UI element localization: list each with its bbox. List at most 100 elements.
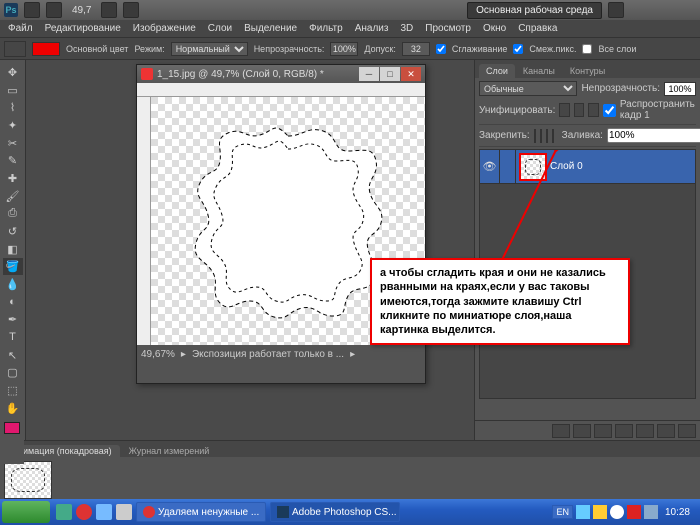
layer-row[interactable]: 👁 Слой 0: [480, 150, 695, 184]
menu-file[interactable]: Файл: [2, 21, 39, 36]
mode-select[interactable]: Нормальный: [171, 42, 248, 56]
link-cell[interactable]: [500, 150, 516, 183]
doc-zoom: 49,67%: [141, 349, 175, 360]
menu-analysis[interactable]: Анализ: [349, 21, 395, 36]
mask-icon[interactable]: [594, 424, 612, 438]
menu-window[interactable]: Окно: [477, 21, 512, 36]
group-icon[interactable]: [636, 424, 654, 438]
foreground-swatch[interactable]: [32, 42, 60, 56]
close-icon[interactable]: [680, 3, 696, 17]
unify-pos-icon[interactable]: [559, 103, 569, 117]
blend-mode-select[interactable]: Обычные: [479, 81, 577, 96]
wand-tool[interactable]: ✦: [3, 117, 23, 134]
fx-icon[interactable]: [573, 424, 591, 438]
bucket-icon[interactable]: [4, 41, 26, 57]
menu-image[interactable]: Изображение: [127, 21, 202, 36]
menu-layer[interactable]: Слои: [202, 21, 238, 36]
3d-tool[interactable]: ⬚: [3, 382, 23, 399]
anim-frame-1[interactable]: [4, 461, 52, 499]
tray-icon[interactable]: [576, 505, 590, 519]
lasso-tool[interactable]: ⌇: [3, 99, 23, 116]
propagate-checkbox[interactable]: [603, 104, 616, 117]
ruler-vertical[interactable]: [137, 97, 151, 345]
fill-input[interactable]: [607, 128, 700, 143]
layout-icon[interactable]: [46, 2, 62, 18]
all-layers-checkbox[interactable]: [582, 44, 592, 54]
unify-label: Унифицировать:: [479, 105, 555, 116]
canvas-area: 1_15.jpg @ 49,7% (Слой 0, RGB/8) * ─ □ ✕: [26, 60, 474, 440]
unify-style-icon[interactable]: [588, 103, 598, 117]
ql-desktop-icon[interactable]: [56, 504, 72, 520]
contiguous-checkbox[interactable]: [513, 44, 523, 54]
opacity-input[interactable]: [330, 42, 358, 56]
menu-view[interactable]: Просмотр: [419, 21, 477, 36]
hand-tool[interactable]: ✋: [3, 400, 23, 417]
start-button[interactable]: [2, 501, 50, 523]
type-tool[interactable]: T: [3, 329, 23, 346]
bridge-icon[interactable]: [24, 2, 40, 18]
language-indicator[interactable]: EN: [552, 505, 573, 519]
dodge-tool[interactable]: ◐: [3, 294, 23, 311]
path-tool[interactable]: ↖: [3, 347, 23, 364]
swatch-magenta[interactable]: [4, 422, 20, 434]
crop-tool[interactable]: ✂: [3, 135, 23, 152]
doc-maximize[interactable]: □: [380, 67, 400, 81]
brush-tool[interactable]: 🖌: [3, 188, 23, 205]
layer-opacity-input[interactable]: [664, 82, 696, 96]
shape-tool[interactable]: ▢: [3, 364, 23, 381]
tray-icon[interactable]: [593, 505, 607, 519]
lock-trans-icon[interactable]: [534, 129, 536, 143]
layer-thumbnail[interactable]: [519, 153, 547, 181]
ql-app-icon[interactable]: [96, 504, 112, 520]
lock-all-icon[interactable]: [552, 129, 554, 143]
tab-measurement[interactable]: Журнал измерений: [121, 445, 218, 457]
history-brush-tool[interactable]: ↺: [3, 223, 23, 240]
menu-help[interactable]: Справка: [512, 21, 563, 36]
doc-minimize[interactable]: ─: [359, 67, 379, 81]
ql-opera-icon[interactable]: [76, 504, 92, 520]
doc-close[interactable]: ✕: [401, 67, 421, 81]
ruler-horizontal[interactable]: [137, 83, 425, 97]
marquee-tool[interactable]: ▭: [3, 82, 23, 99]
new-layer-icon[interactable]: [657, 424, 675, 438]
ql-app2-icon[interactable]: [116, 504, 132, 520]
menu-edit[interactable]: Редактирование: [39, 21, 127, 36]
eyedropper-tool[interactable]: ✎: [3, 152, 23, 169]
tolerance-input[interactable]: [402, 42, 430, 56]
zoom-icon[interactable]: [123, 2, 139, 18]
stamp-tool[interactable]: ⎙: [3, 205, 23, 222]
expand-icon[interactable]: [608, 2, 624, 18]
hand-icon[interactable]: [101, 2, 117, 18]
eraser-tool[interactable]: ◧: [3, 241, 23, 258]
trash-icon[interactable]: [678, 424, 696, 438]
menu-filter[interactable]: Фильтр: [303, 21, 349, 36]
blur-tool[interactable]: 💧: [3, 276, 23, 293]
bucket-tool[interactable]: 🪣: [3, 258, 23, 275]
layer-name[interactable]: Слой 0: [550, 161, 583, 172]
lock-paint-icon[interactable]: [540, 129, 542, 143]
visibility-icon[interactable]: 👁: [480, 150, 500, 183]
workspace-selector[interactable]: Основная рабочая среда: [467, 2, 602, 19]
lock-pos-icon[interactable]: [546, 129, 548, 143]
minimize-icon[interactable]: [632, 3, 648, 17]
menu-select[interactable]: Выделение: [238, 21, 303, 36]
tray-icon[interactable]: [610, 505, 624, 519]
tab-layers[interactable]: Слои: [479, 64, 515, 78]
move-tool[interactable]: ✥: [3, 64, 23, 81]
tab-paths[interactable]: Контуры: [563, 64, 612, 78]
heal-tool[interactable]: ✚: [3, 170, 23, 187]
maximize-icon[interactable]: [656, 3, 672, 17]
adjust-icon[interactable]: [615, 424, 633, 438]
doc-status: Экспозиция работает только в ...: [192, 349, 344, 360]
clock[interactable]: 10:28: [661, 507, 694, 518]
tray-icon[interactable]: [644, 505, 658, 519]
link-layers-icon[interactable]: [552, 424, 570, 438]
antialias-checkbox[interactable]: [436, 44, 446, 54]
tab-channels[interactable]: Каналы: [516, 64, 562, 78]
pen-tool[interactable]: ✒: [3, 311, 23, 328]
tray-antivirus-icon[interactable]: [627, 505, 641, 519]
menu-3d[interactable]: 3D: [394, 21, 419, 36]
task-opera[interactable]: Удаляем ненужные ...: [136, 502, 266, 522]
unify-vis-icon[interactable]: [574, 103, 584, 117]
task-photoshop[interactable]: Adobe Photoshop CS...: [270, 502, 400, 522]
